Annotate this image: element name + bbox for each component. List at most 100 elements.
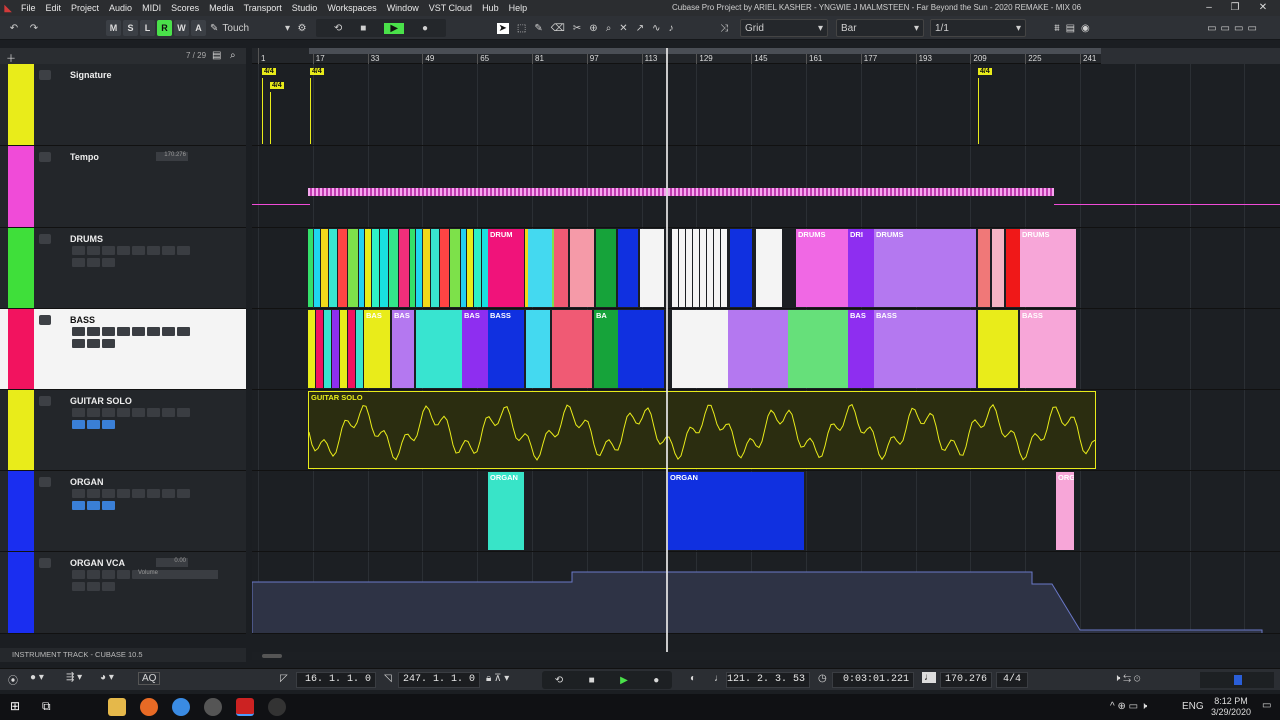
track-control-button[interactable] [87, 570, 100, 579]
firefox-icon[interactable] [140, 698, 158, 716]
midi-part[interactable] [416, 310, 462, 388]
menu-item[interactable]: Studio [287, 3, 323, 13]
lane-signature[interactable]: 4/4 4/4 4/4 4/4 [252, 64, 1280, 146]
track-control-button[interactable] [177, 408, 190, 417]
midi-part[interactable]: DRI [848, 229, 874, 307]
track-header-bass[interactable]: BASS [0, 309, 246, 390]
track-control-button[interactable] [117, 489, 130, 498]
signature-event[interactable]: 4/4 [310, 68, 324, 75]
midi-part[interactable] [526, 310, 550, 388]
midi-part[interactable] [992, 229, 1004, 307]
midi-part[interactable] [332, 310, 339, 388]
track-control-button[interactable] [177, 246, 190, 255]
track-header-tempo[interactable]: Tempo 170.276 [0, 146, 246, 228]
cubase-taskbar-icon[interactable] [236, 698, 254, 716]
track-control-button[interactable] [87, 420, 100, 429]
track-control-button[interactable] [102, 327, 115, 336]
left-locator-field[interactable]: 16. 1. 1. 0 [296, 672, 376, 688]
track-control-button[interactable] [162, 246, 175, 255]
midi-part[interactable] [714, 229, 720, 307]
record-icon[interactable]: ● [653, 675, 659, 686]
menu-item[interactable]: Audio [104, 3, 137, 13]
clock-time[interactable]: 8:12 PM [1208, 696, 1254, 706]
menu-item[interactable]: Media [204, 3, 239, 13]
track-control-button[interactable] [147, 246, 160, 255]
track-control-button[interactable] [72, 408, 85, 417]
track-control-button[interactable] [72, 501, 85, 510]
signature-field[interactable]: 4/4 [996, 672, 1028, 688]
left-locator-icon[interactable]: ◸ [280, 673, 288, 684]
signature-event[interactable]: 4/4 [262, 68, 276, 75]
right-locator-icon[interactable]: ◹ [384, 673, 392, 684]
midi-part[interactable] [348, 229, 358, 307]
quantize-select[interactable]: 1/1 ▾ [930, 19, 1026, 37]
aq-button[interactable]: AQ [138, 672, 161, 685]
close-icon[interactable]: ✕ [1250, 0, 1276, 16]
time-warp-icon[interactable]: ∿ [652, 23, 660, 34]
track-control-button[interactable] [132, 246, 145, 255]
track-name[interactable]: GUITAR SOLO [70, 396, 132, 406]
track-control-button[interactable] [132, 489, 145, 498]
midi-part[interactable] [399, 229, 409, 307]
midi-part[interactable]: GUITAR SOLO [308, 391, 1096, 469]
midi-part[interactable] [461, 229, 466, 307]
comp-tool-icon[interactable]: ↗ [636, 23, 644, 34]
midi-part[interactable]: ORGAN [488, 472, 524, 550]
track-control-button[interactable] [72, 339, 85, 348]
midi-part[interactable] [423, 229, 430, 307]
track-control-button[interactable] [87, 408, 100, 417]
pointer-tool-icon[interactable]: ➤ [496, 22, 509, 34]
track-monitor-icon[interactable] [39, 70, 51, 80]
media-icon[interactable]: ◉ [1081, 23, 1090, 34]
track-monitor-icon[interactable] [39, 396, 51, 406]
mode-button[interactable]: S [123, 20, 138, 36]
menu-item[interactable]: Scores [166, 3, 204, 13]
track-control-button[interactable] [87, 246, 100, 255]
midi-part[interactable] [389, 229, 398, 307]
track-control-button[interactable] [72, 246, 85, 255]
midi-part[interactable] [324, 310, 331, 388]
clock-icon[interactable]: ◷ [818, 673, 827, 684]
track-monitor-icon[interactable] [39, 152, 51, 162]
midi-part[interactable] [618, 310, 664, 388]
marker-icon[interactable]: ⇶ ▾ [66, 672, 82, 683]
midi-part[interactable] [596, 229, 616, 307]
cycle-icon[interactable]: ⟲ [334, 23, 342, 34]
midi-part[interactable] [338, 229, 347, 307]
midi-part[interactable] [570, 229, 594, 307]
midi-part[interactable] [978, 229, 990, 307]
midi-part[interactable] [372, 229, 379, 307]
midi-part[interactable]: BAS [848, 310, 874, 388]
lane-guitar-solo[interactable]: GUITAR SOLO [252, 390, 1280, 471]
chrome-icon[interactable] [172, 698, 190, 716]
file-explorer-icon[interactable] [108, 698, 126, 716]
midi-part[interactable] [788, 310, 848, 388]
split-tool-icon[interactable]: ✂ [573, 23, 581, 34]
playhead[interactable] [666, 48, 668, 654]
track-name[interactable]: ORGAN VCA [70, 558, 125, 568]
midi-part[interactable] [348, 310, 355, 388]
track-control-button[interactable] [117, 570, 130, 579]
midi-part[interactable] [316, 310, 323, 388]
stop-icon[interactable]: ■ [360, 23, 366, 34]
position-bars-field[interactable]: 121. 2. 3. 53 [726, 672, 810, 688]
record-mode-icon[interactable]: ⦿ [8, 672, 18, 687]
midi-part[interactable] [450, 229, 460, 307]
menu-item[interactable]: Edit [41, 3, 67, 13]
midi-part[interactable]: BASS [1020, 310, 1076, 388]
notifications-icon[interactable]: ▭ [1262, 700, 1271, 711]
record-icon[interactable]: ● [422, 23, 428, 34]
track-control-button[interactable] [102, 258, 115, 267]
grid-type-select[interactable]: Bar ▾ [836, 19, 924, 37]
mode-button[interactable]: M [106, 20, 121, 36]
tempo-field[interactable]: 170.276 [940, 672, 992, 688]
midi-part[interactable] [756, 229, 782, 307]
midi-part[interactable] [359, 229, 364, 307]
lane-bass[interactable]: BAS BAS BAS BASS BA BAS BASS BASS [252, 309, 1280, 390]
menu-item[interactable]: File [16, 3, 41, 13]
track-control-button[interactable] [177, 489, 190, 498]
right-zone-icon[interactable]: ▭ [1234, 23, 1243, 34]
track-control-button[interactable] [147, 489, 160, 498]
volume-fader[interactable]: Volume [136, 570, 218, 579]
track-header-guitar-solo[interactable]: GUITAR SOLO [0, 390, 246, 471]
